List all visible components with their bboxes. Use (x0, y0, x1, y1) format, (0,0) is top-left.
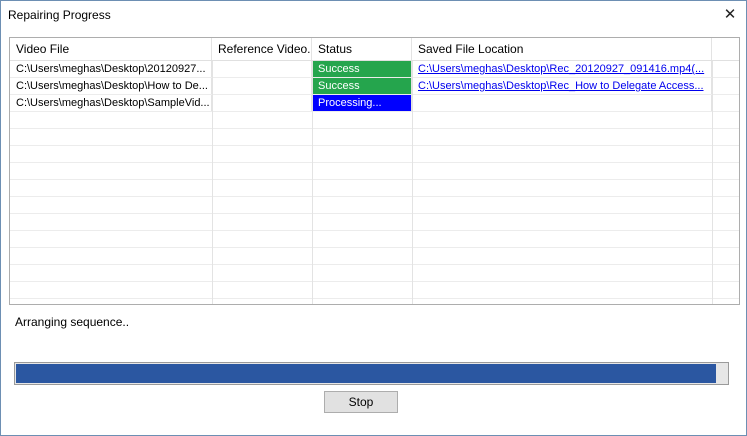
row-gridline (10, 281, 739, 282)
row-gridline (10, 162, 739, 163)
column-divider (412, 61, 413, 304)
progress-status-text: Arranging sequence.. (15, 315, 130, 329)
column-divider (712, 61, 713, 304)
table-row[interactable]: C:\Users\meghas\Desktop\SampleVid... Pro… (10, 95, 739, 111)
window-title: Repairing Progress (8, 8, 111, 22)
repair-progress-window: Repairing Progress ✕ Video File Referenc… (0, 0, 747, 436)
saved-file-link[interactable]: C:\Users\meghas\Desktop\Rec_20120927_091… (418, 63, 704, 75)
saved-location-cell: C:\Users\meghas\Desktop\Rec_20120927_091… (412, 61, 712, 77)
reference-video-cell (212, 61, 312, 77)
row-gridline (10, 196, 739, 197)
column-header-saved-file-location[interactable]: Saved File Location (412, 38, 712, 60)
row-gridline (10, 111, 739, 112)
close-icon[interactable]: ✕ (722, 7, 738, 23)
status-badge: Success (312, 78, 412, 94)
video-file-cell: C:\Users\meghas\Desktop\SampleVid... (10, 95, 212, 111)
saved-location-cell: C:\Users\meghas\Desktop\Rec_How to Deleg… (412, 78, 712, 94)
column-divider (312, 61, 313, 304)
row-gridline (10, 264, 739, 265)
row-gridline (10, 128, 739, 129)
row-gridline (10, 77, 739, 78)
column-divider (212, 61, 213, 304)
row-gridline (10, 298, 739, 299)
progress-bar (14, 362, 729, 385)
status-badge: Processing... (312, 95, 412, 111)
table-row[interactable]: C:\Users\meghas\Desktop\How to De... Suc… (10, 78, 739, 94)
results-grid: Video File Reference Video... Status Sav… (9, 37, 740, 305)
filler-cell (712, 95, 739, 111)
row-gridline (10, 213, 739, 214)
row-gridline (10, 230, 739, 231)
reference-video-cell (212, 78, 312, 94)
row-gridline (10, 145, 739, 146)
column-header-reference-video[interactable]: Reference Video... (212, 38, 312, 60)
status-badge: Success (312, 61, 412, 77)
row-gridline (10, 247, 739, 248)
grid-header: Video File Reference Video... Status Sav… (10, 38, 739, 61)
saved-location-cell (412, 95, 712, 111)
row-gridline (10, 94, 739, 95)
column-header-filler (712, 38, 739, 60)
reference-video-cell (212, 95, 312, 111)
column-header-video-file[interactable]: Video File (10, 38, 212, 60)
column-header-status[interactable]: Status (312, 38, 412, 60)
title-bar: Repairing Progress ✕ (1, 1, 746, 31)
video-file-cell: C:\Users\meghas\Desktop\How to De... (10, 78, 212, 94)
filler-cell (712, 78, 739, 94)
row-gridline (10, 179, 739, 180)
table-row[interactable]: C:\Users\meghas\Desktop\20120927... Succ… (10, 61, 739, 77)
saved-file-link[interactable]: C:\Users\meghas\Desktop\Rec_How to Deleg… (418, 80, 704, 92)
stop-button[interactable]: Stop (324, 391, 398, 413)
progress-bar-fill (16, 364, 716, 383)
video-file-cell: C:\Users\meghas\Desktop\20120927... (10, 61, 212, 77)
filler-cell (712, 61, 739, 77)
